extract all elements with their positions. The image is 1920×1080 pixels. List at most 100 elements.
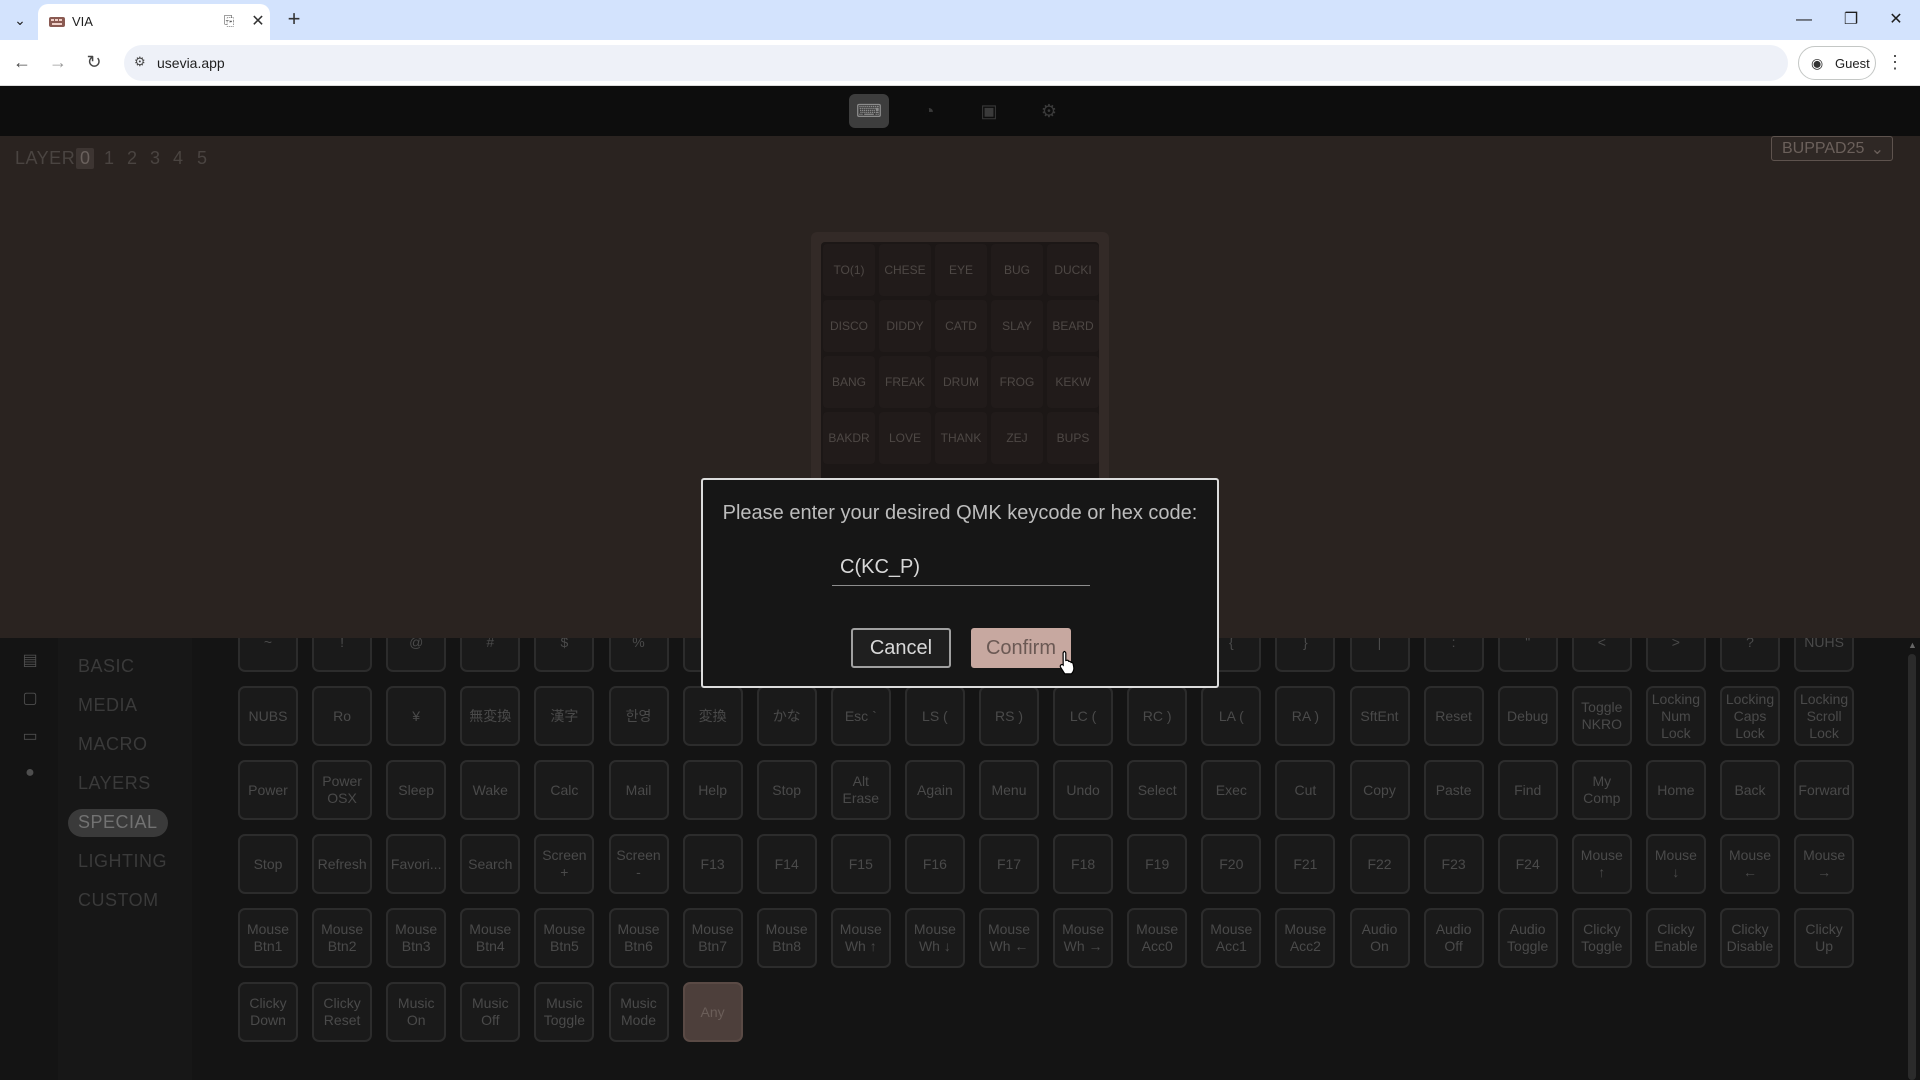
layer-3-button[interactable]: 3	[146, 148, 164, 169]
keycode-key[interactable]: Clicky Toggle	[1571, 908, 1632, 968]
keycode-key[interactable]: My Comp	[1571, 760, 1632, 820]
save-load-icon[interactable]: ▭	[20, 726, 40, 746]
keycode-key[interactable]: 漢字	[534, 686, 595, 746]
keycode-key[interactable]: Reset	[1423, 686, 1484, 746]
keyboard-key[interactable]: BEARD	[1047, 300, 1099, 352]
keycode-key[interactable]: Exec	[1201, 760, 1262, 820]
menu-item-macro[interactable]: MACRO	[68, 731, 158, 759]
design-icon[interactable]: ▣	[969, 94, 1009, 128]
layer-5-button[interactable]: 5	[193, 148, 211, 169]
keycode-key[interactable]: NUHS	[1794, 638, 1855, 672]
back-arrow-icon[interactable]: ←	[8, 48, 36, 76]
menu-item-custom[interactable]: CUSTOM	[68, 887, 169, 915]
keycode-key[interactable]: Mouse →	[1794, 834, 1855, 894]
keycode-key[interactable]: Clicky Up	[1794, 908, 1855, 968]
keycode-key[interactable]: Ro	[312, 686, 373, 746]
keycode-key[interactable]: Audio Off	[1423, 908, 1484, 968]
tab-search-chevron-icon[interactable]: ⌄	[8, 8, 32, 32]
keycode-key[interactable]: RC )	[1127, 686, 1188, 746]
keyboard-configure-icon[interactable]: ⌨	[849, 94, 889, 128]
address-bar[interactable]: ⚙ usevia.app	[124, 45, 1788, 81]
keycode-key[interactable]: NUBS	[238, 686, 298, 746]
keycode-key[interactable]: Toggle NKRO	[1571, 686, 1632, 746]
keycode-key[interactable]: Mouse Btn8	[756, 908, 817, 968]
layer-4-button[interactable]: 4	[169, 148, 187, 169]
menu-item-media[interactable]: MEDIA	[68, 692, 148, 720]
keycode-key[interactable]: Audio On	[1349, 908, 1410, 968]
keycode-key[interactable]: %	[608, 638, 669, 672]
close-window-button[interactable]: ✕	[1876, 6, 1916, 34]
keycode-key[interactable]: Mouse Acc2	[1275, 908, 1336, 968]
scroll-up-icon[interactable]: ▲	[1908, 640, 1917, 650]
keycode-key[interactable]: Search	[460, 834, 521, 894]
keycode-key[interactable]: Refresh	[312, 834, 373, 894]
keycode-key[interactable]: Help	[682, 760, 743, 820]
keyboard-key[interactable]: DRUM	[935, 356, 987, 408]
keycode-key[interactable]: 한영	[608, 686, 669, 746]
keycode-key[interactable]: Paste	[1423, 760, 1484, 820]
keycode-key[interactable]: Clicky Down	[238, 982, 298, 1042]
keycode-key[interactable]: Mouse ←	[1720, 834, 1780, 894]
keycode-key[interactable]: Favori...	[386, 834, 447, 894]
keycode-key[interactable]: Mouse Btn5	[534, 908, 595, 968]
keycode-key[interactable]: 変換	[682, 686, 743, 746]
url-text[interactable]: usevia.app	[157, 55, 225, 71]
menu-item-basic[interactable]: BASIC	[68, 653, 145, 681]
keycode-key[interactable]: Mouse Wh ←	[979, 908, 1039, 968]
confirm-button[interactable]: Confirm	[971, 628, 1071, 668]
keycode-key[interactable]: <	[1571, 638, 1632, 672]
keycode-key[interactable]: Stop	[238, 834, 298, 894]
keycode-key[interactable]: Wake	[460, 760, 521, 820]
scrollbar-thumb[interactable]	[1908, 654, 1916, 1080]
keycode-key[interactable]: Sleep	[386, 760, 447, 820]
keycode-key[interactable]: F18	[1053, 834, 1114, 894]
keycode-key[interactable]: Music Mode	[608, 982, 669, 1042]
keyboard-key[interactable]: BAKDR	[823, 412, 875, 464]
keycode-key[interactable]: Mouse Btn1	[238, 908, 298, 968]
keycode-key[interactable]: Power OSX	[312, 760, 373, 820]
reload-icon[interactable]: ↻	[80, 48, 108, 76]
keycode-key[interactable]: Screen -	[608, 834, 669, 894]
keycode-key[interactable]: LS (	[904, 686, 965, 746]
keycode-key[interactable]: "	[1497, 638, 1558, 672]
keycode-key[interactable]: Clicky Reset	[312, 982, 373, 1042]
keycode-key[interactable]: Debug	[1497, 686, 1558, 746]
keycode-key[interactable]: Music Toggle	[534, 982, 595, 1042]
keycode-key[interactable]: >	[1645, 638, 1706, 672]
keycode-key[interactable]: Menu	[979, 760, 1039, 820]
tab-close-icon[interactable]: ✕	[248, 11, 268, 31]
keycode-key[interactable]: F23	[1423, 834, 1484, 894]
keycode-key[interactable]: Esc `	[830, 686, 891, 746]
keycode-key[interactable]: ?	[1720, 638, 1780, 672]
keycode-scrollbar[interactable]: ▲	[1904, 638, 1920, 1080]
keycode-key[interactable]: Again	[904, 760, 965, 820]
keycode-key[interactable]: LA (	[1201, 686, 1262, 746]
keycode-key[interactable]: ~	[238, 638, 298, 672]
keycode-key[interactable]: F13	[682, 834, 743, 894]
keyboard-key[interactable]: KEKW	[1047, 356, 1099, 408]
keyboard-key[interactable]: SLAY	[991, 300, 1043, 352]
keycode-key[interactable]: Copy	[1349, 760, 1410, 820]
keycode-key[interactable]: #	[460, 638, 521, 672]
keycode-key[interactable]: Cut	[1275, 760, 1336, 820]
keycode-key[interactable]: Stop	[756, 760, 817, 820]
keycode-key[interactable]: Mouse Btn6	[608, 908, 669, 968]
keycode-key[interactable]: Clicky Disable	[1720, 908, 1780, 968]
keycode-key[interactable]: }	[1275, 638, 1336, 672]
keycode-key[interactable]: Music On	[386, 982, 447, 1042]
keycode-key[interactable]: !	[312, 638, 373, 672]
keycode-key[interactable]: LC (	[1053, 686, 1114, 746]
keycode-key[interactable]: F16	[904, 834, 965, 894]
keycode-key[interactable]: Alt Erase	[830, 760, 891, 820]
keyboard-key[interactable]: EYE	[935, 244, 987, 296]
keyboard-key[interactable]: TO(1)	[823, 244, 875, 296]
keycode-key[interactable]: Mouse Btn3	[386, 908, 447, 968]
keyboard-key[interactable]: CATD	[935, 300, 987, 352]
layer-0-button[interactable]: 0	[76, 148, 94, 169]
keycode-key[interactable]: 無変換	[460, 686, 521, 746]
browser-menu-icon[interactable]: ⋮	[1886, 52, 1904, 73]
keyboard-key[interactable]: BANG	[823, 356, 875, 408]
menu-item-lighting[interactable]: LIGHTING	[68, 848, 177, 876]
keyboard-key[interactable]: BUPS	[1047, 412, 1099, 464]
layer-1-button[interactable]: 1	[100, 148, 118, 169]
